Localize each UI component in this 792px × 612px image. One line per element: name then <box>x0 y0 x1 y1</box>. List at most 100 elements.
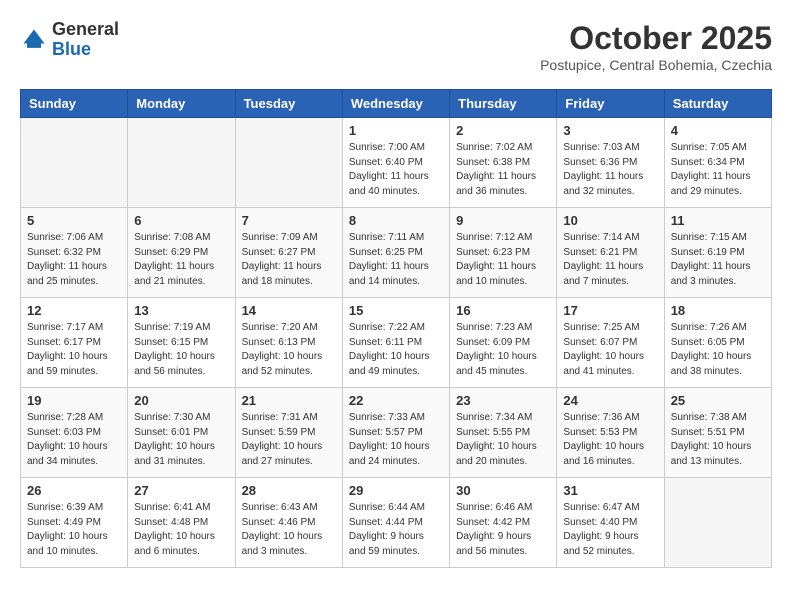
day-number: 4 <box>671 123 765 138</box>
location-subtitle: Postupice, Central Bohemia, Czechia <box>540 57 772 73</box>
calendar-day-30: 30 Sunrise: 6:46 AM Sunset: 4:42 PM Dayli… <box>450 478 557 568</box>
day-number: 17 <box>563 303 657 318</box>
page-header: General Blue October 2025 Postupice, Cen… <box>20 20 772 73</box>
day-info: Sunrise: 7:20 AM Sunset: 6:13 PM Dayligh… <box>242 321 336 379</box>
day-info: Sunrise: 7:12 AM Sunset: 6:23 PM Dayligh… <box>456 231 550 289</box>
day-info: Sunrise: 7:28 AM Sunset: 6:03 PM Dayligh… <box>27 411 121 469</box>
day-number: 3 <box>563 123 657 138</box>
calendar-day-3: 3 Sunrise: 7:03 AM Sunset: 6:36 PM Daylig… <box>557 118 664 208</box>
day-number: 10 <box>563 213 657 228</box>
day-info: Sunrise: 7:34 AM Sunset: 5:55 PM Dayligh… <box>456 411 550 469</box>
day-info: Sunrise: 6:44 AM Sunset: 4:44 PM Dayligh… <box>349 501 443 559</box>
day-number: 19 <box>27 393 121 408</box>
day-number: 25 <box>671 393 765 408</box>
day-info: Sunrise: 7:15 AM Sunset: 6:19 PM Dayligh… <box>671 231 765 289</box>
calendar-day-17: 17 Sunrise: 7:25 AM Sunset: 6:07 PM Dayli… <box>557 298 664 388</box>
day-info: Sunrise: 7:30 AM Sunset: 6:01 PM Dayligh… <box>134 411 228 469</box>
day-info: Sunrise: 7:11 AM Sunset: 6:25 PM Dayligh… <box>349 231 443 289</box>
day-info: Sunrise: 7:23 AM Sunset: 6:09 PM Dayligh… <box>456 321 550 379</box>
day-number: 23 <box>456 393 550 408</box>
day-number: 24 <box>563 393 657 408</box>
calendar-day-15: 15 Sunrise: 7:22 AM Sunset: 6:11 PM Dayli… <box>342 298 449 388</box>
day-info: Sunrise: 7:22 AM Sunset: 6:11 PM Dayligh… <box>349 321 443 379</box>
day-number: 5 <box>27 213 121 228</box>
day-number: 16 <box>456 303 550 318</box>
calendar-day-20: 20 Sunrise: 7:30 AM Sunset: 6:01 PM Dayli… <box>128 388 235 478</box>
day-number: 31 <box>563 483 657 498</box>
day-info: Sunrise: 7:14 AM Sunset: 6:21 PM Dayligh… <box>563 231 657 289</box>
calendar-empty-cell <box>235 118 342 208</box>
day-number: 2 <box>456 123 550 138</box>
day-number: 27 <box>134 483 228 498</box>
day-number: 12 <box>27 303 121 318</box>
day-info: Sunrise: 7:36 AM Sunset: 5:53 PM Dayligh… <box>563 411 657 469</box>
calendar-week-row: 19 Sunrise: 7:28 AM Sunset: 6:03 PM Dayli… <box>21 388 772 478</box>
day-number: 30 <box>456 483 550 498</box>
calendar-day-5: 5 Sunrise: 7:06 AM Sunset: 6:32 PM Daylig… <box>21 208 128 298</box>
weekday-header-friday: Friday <box>557 90 664 118</box>
weekday-header-thursday: Thursday <box>450 90 557 118</box>
day-info: Sunrise: 7:25 AM Sunset: 6:07 PM Dayligh… <box>563 321 657 379</box>
day-number: 9 <box>456 213 550 228</box>
day-number: 21 <box>242 393 336 408</box>
day-info: Sunrise: 7:08 AM Sunset: 6:29 PM Dayligh… <box>134 231 228 289</box>
logo: General Blue <box>20 20 119 60</box>
weekday-header-row: SundayMondayTuesdayWednesdayThursdayFrid… <box>21 90 772 118</box>
calendar-day-18: 18 Sunrise: 7:26 AM Sunset: 6:05 PM Dayli… <box>664 298 771 388</box>
calendar-week-row: 12 Sunrise: 7:17 AM Sunset: 6:17 PM Dayli… <box>21 298 772 388</box>
day-info: Sunrise: 6:39 AM Sunset: 4:49 PM Dayligh… <box>27 501 121 559</box>
calendar-day-9: 9 Sunrise: 7:12 AM Sunset: 6:23 PM Daylig… <box>450 208 557 298</box>
day-number: 1 <box>349 123 443 138</box>
calendar-day-8: 8 Sunrise: 7:11 AM Sunset: 6:25 PM Daylig… <box>342 208 449 298</box>
day-info: Sunrise: 7:33 AM Sunset: 5:57 PM Dayligh… <box>349 411 443 469</box>
day-number: 18 <box>671 303 765 318</box>
calendar-week-row: 26 Sunrise: 6:39 AM Sunset: 4:49 PM Dayli… <box>21 478 772 568</box>
day-info: Sunrise: 7:26 AM Sunset: 6:05 PM Dayligh… <box>671 321 765 379</box>
day-number: 6 <box>134 213 228 228</box>
weekday-header-saturday: Saturday <box>664 90 771 118</box>
day-info: Sunrise: 7:06 AM Sunset: 6:32 PM Dayligh… <box>27 231 121 289</box>
day-info: Sunrise: 6:47 AM Sunset: 4:40 PM Dayligh… <box>563 501 657 559</box>
calendar-day-22: 22 Sunrise: 7:33 AM Sunset: 5:57 PM Dayli… <box>342 388 449 478</box>
calendar-day-19: 19 Sunrise: 7:28 AM Sunset: 6:03 PM Dayli… <box>21 388 128 478</box>
logo-blue-label: Blue <box>52 40 119 60</box>
day-info: Sunrise: 7:19 AM Sunset: 6:15 PM Dayligh… <box>134 321 228 379</box>
calendar-day-4: 4 Sunrise: 7:05 AM Sunset: 6:34 PM Daylig… <box>664 118 771 208</box>
day-number: 20 <box>134 393 228 408</box>
day-number: 8 <box>349 213 443 228</box>
calendar-empty-cell <box>664 478 771 568</box>
calendar-week-row: 5 Sunrise: 7:06 AM Sunset: 6:32 PM Daylig… <box>21 208 772 298</box>
day-number: 14 <box>242 303 336 318</box>
calendar-day-14: 14 Sunrise: 7:20 AM Sunset: 6:13 PM Dayli… <box>235 298 342 388</box>
calendar-day-12: 12 Sunrise: 7:17 AM Sunset: 6:17 PM Dayli… <box>21 298 128 388</box>
day-number: 26 <box>27 483 121 498</box>
calendar-week-row: 1 Sunrise: 7:00 AM Sunset: 6:40 PM Daylig… <box>21 118 772 208</box>
day-number: 28 <box>242 483 336 498</box>
month-title: October 2025 <box>540 20 772 57</box>
calendar-day-13: 13Sunrise: 7:19 AM Sunset: 6:15 PM Dayli… <box>128 298 235 388</box>
calendar-table: SundayMondayTuesdayWednesdayThursdayFrid… <box>20 89 772 568</box>
day-info: Sunrise: 6:46 AM Sunset: 4:42 PM Dayligh… <box>456 501 550 559</box>
day-number: 22 <box>349 393 443 408</box>
logo-general-label: General <box>52 20 119 40</box>
calendar-empty-cell <box>128 118 235 208</box>
weekday-header-monday: Monday <box>128 90 235 118</box>
day-number: 15 <box>349 303 443 318</box>
calendar-day-2: 2 Sunrise: 7:02 AM Sunset: 6:38 PM Daylig… <box>450 118 557 208</box>
day-info: Sunrise: 7:00 AM Sunset: 6:40 PM Dayligh… <box>349 141 443 199</box>
day-info: Sunrise: 7:31 AM Sunset: 5:59 PM Dayligh… <box>242 411 336 469</box>
day-info: Sunrise: 7:03 AM Sunset: 6:36 PM Dayligh… <box>563 141 657 199</box>
logo-text: General Blue <box>52 20 119 60</box>
calendar-day-21: 21 Sunrise: 7:31 AM Sunset: 5:59 PM Dayli… <box>235 388 342 478</box>
calendar-day-7: 7Sunrise: 7:09 AM Sunset: 6:27 PM Daylig… <box>235 208 342 298</box>
day-info: Sunrise: 7:09 AM Sunset: 6:27 PM Dayligh… <box>242 231 336 289</box>
calendar-empty-cell <box>21 118 128 208</box>
day-info: Sunrise: 7:17 AM Sunset: 6:17 PM Dayligh… <box>27 321 121 379</box>
day-info: Sunrise: 7:05 AM Sunset: 6:34 PM Dayligh… <box>671 141 765 199</box>
calendar-day-31: 31 Sunrise: 6:47 AM Sunset: 4:40 PM Dayli… <box>557 478 664 568</box>
day-info: Sunrise: 7:02 AM Sunset: 6:38 PM Dayligh… <box>456 141 550 199</box>
calendar-day-26: 26 Sunrise: 6:39 AM Sunset: 4:49 PM Dayli… <box>21 478 128 568</box>
calendar-day-10: 10 Sunrise: 7:14 AM Sunset: 6:21 PM Dayli… <box>557 208 664 298</box>
title-block: October 2025 Postupice, Central Bohemia,… <box>540 20 772 73</box>
day-info: Sunrise: 7:38 AM Sunset: 5:51 PM Dayligh… <box>671 411 765 469</box>
